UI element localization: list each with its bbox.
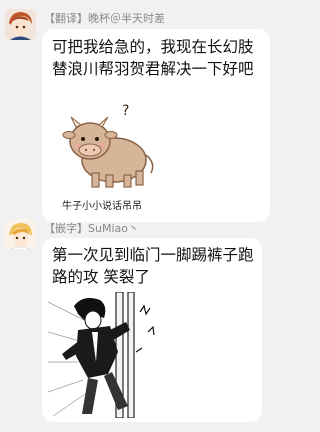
manga-panel-image — [47, 291, 168, 419]
avatar[interactable] — [5, 219, 36, 250]
sender-name[interactable]: 【翻译】晚杯＠半天时差 — [44, 10, 165, 26]
question-mark: ? — [122, 103, 129, 119]
cow-sticker[interactable]: ? 牛子小小说话吊吊 — [52, 85, 162, 215]
message-line-2: 替浪川帮羽贺君解决一下好吧 — [52, 60, 254, 78]
message-bubble[interactable]: 第一次见到临门一脚踢裤子跑 路的攻 笑裂了 — [42, 238, 262, 422]
manga-sticker[interactable] — [47, 291, 168, 419]
sender-name[interactable]: 【嵌字】SuMiao丶 — [44, 220, 139, 236]
chat-message-1: 【翻译】晚杯＠半天时差 可把我给急的，我现在长幻肢 替浪川帮羽贺君解决一下好吧 … — [0, 0, 303, 225]
sticker-caption: 牛子小小说话吊吊 — [62, 201, 142, 212]
avatar[interactable] — [5, 9, 36, 40]
message-line-1: 可把我给急的，我现在长幻肢 — [52, 38, 254, 56]
chat-message-2: 【嵌字】SuMiao丶 第一次见到临门一脚踢裤子跑 路的攻 笑裂了 — [0, 212, 303, 432]
message-bubble[interactable]: 可把我给急的，我现在长幻肢 替浪川帮羽贺君解决一下好吧 ? 牛子小小说话吊吊 — [42, 29, 270, 222]
message-line-2: 路的攻 笑裂了 — [52, 268, 150, 286]
message-line-1: 第一次见到临门一脚踢裤子跑 — [52, 246, 254, 264]
cartoon-cow-icon: ? — [62, 103, 154, 188]
